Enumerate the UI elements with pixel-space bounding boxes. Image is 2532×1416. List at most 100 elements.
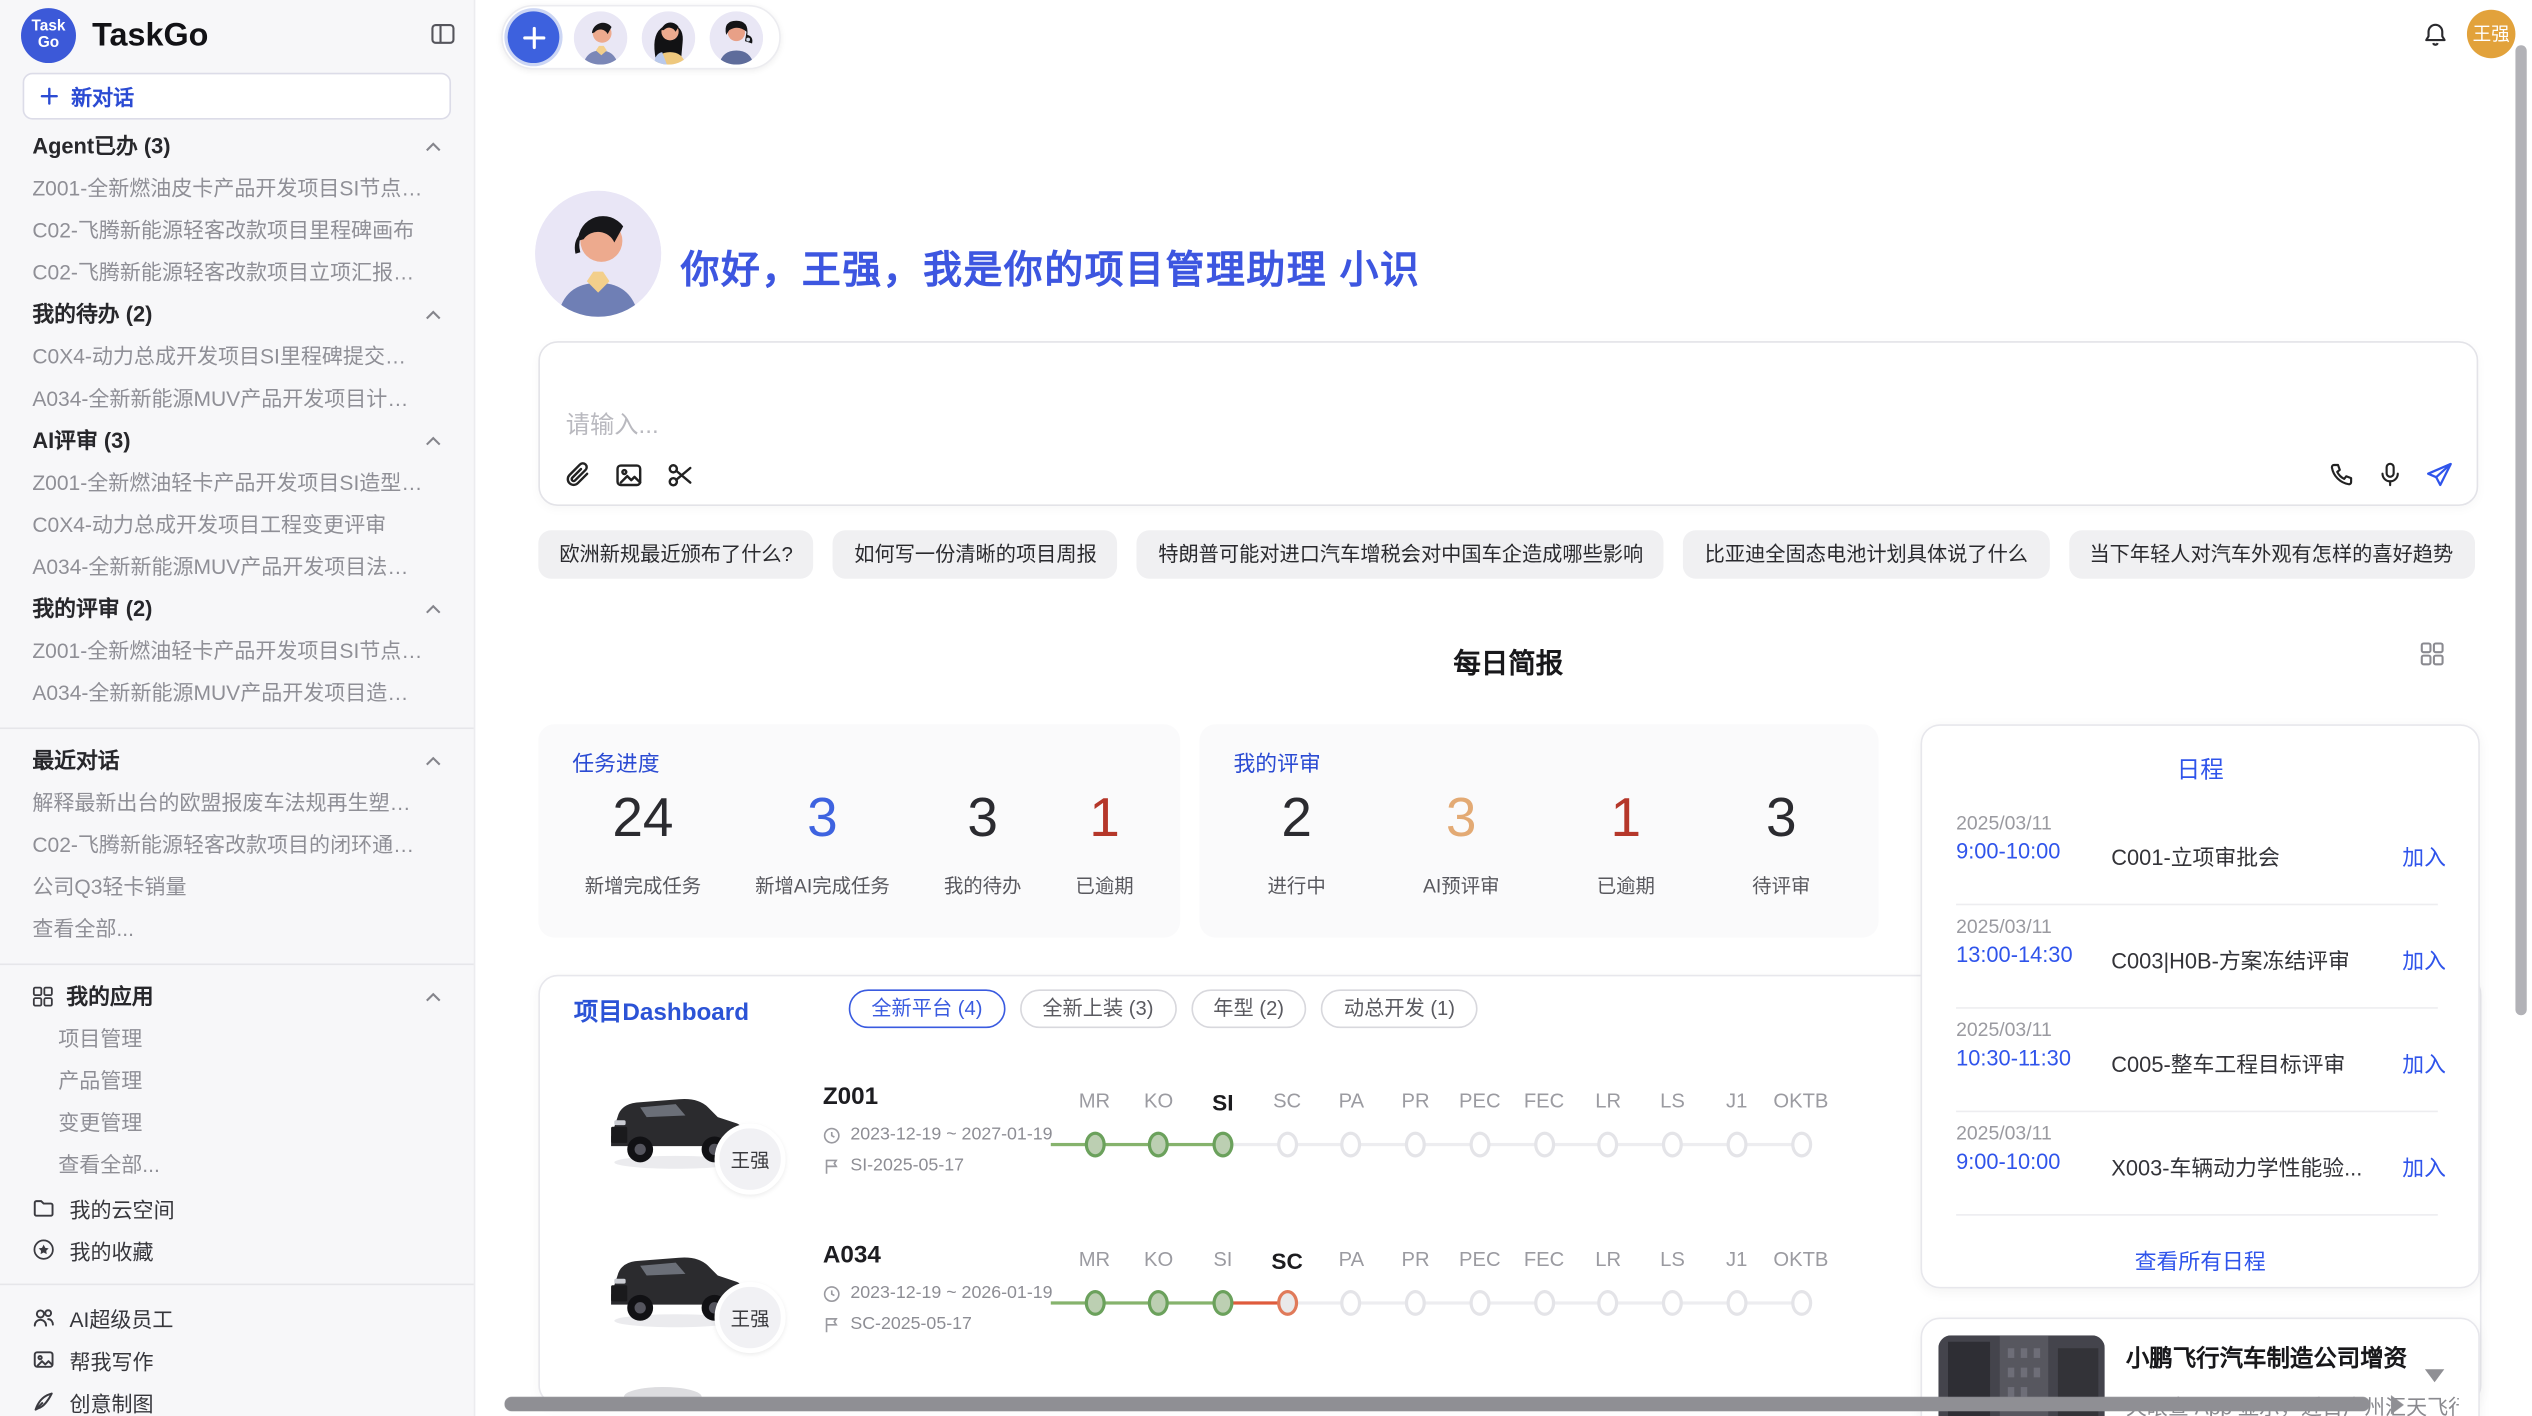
sidebar-section-recent-chats[interactable]: 最近对话 [0,740,474,782]
sidebar-item[interactable]: C0X4-动力总成开发项目工程变更评审 [0,504,474,546]
scroll-right-arrow[interactable] [2391,1395,2404,1414]
screenshot-scissors-icon[interactable] [666,461,695,490]
tab-model-year[interactable]: 年型 (2) [1191,989,1307,1028]
sidebar-section-header[interactable]: AI评审 (3) [0,420,474,462]
sidebar-item[interactable]: 解释最新出台的欧盟报废车法规再生塑料比例被调至15%... [0,782,474,824]
milestone-dot-PR[interactable] [1405,1132,1426,1158]
sidebar-section-my-apps[interactable]: 我的应用 [0,976,474,1018]
user-avatar-name: 王强 [2473,21,2510,47]
milestone-label-OKTB: OKTB [1752,1090,1849,1113]
join-meeting-link[interactable]: 加入 [2402,1149,2446,1181]
suggestion-chip[interactable]: 欧洲新规最近颁布了什么? [538,530,814,578]
agent-switcher [501,5,781,70]
tab-new-body[interactable]: 全新上装 (3) [1020,989,1176,1028]
agent-avatar-2[interactable] [642,11,695,64]
suggestion-chip[interactable]: 比亚迪全固态电池计划具体说了什么 [1684,530,2049,578]
schedule-entry-title: C005-整车工程目标评审 [2111,1046,2345,1078]
milestone-dot-LS[interactable] [1662,1290,1683,1316]
schedule-entry-time: 13:00-14:30 [1956,942,2072,966]
milestone-dot-PEC[interactable] [1469,1290,1490,1316]
sidebar-section-header[interactable]: 我的待办 (2) [0,294,474,336]
user-avatar[interactable]: 王强 [2467,10,2515,58]
add-agent-button[interactable] [508,11,560,63]
sidebar-item[interactable]: A034-全新新能源MUV产品开发项目造型可行性评审 [0,673,474,715]
milestone-dot-PEC[interactable] [1469,1132,1490,1158]
join-meeting-link[interactable]: 加入 [2402,839,2446,871]
sidebar-item-pen[interactable]: 创意制图 [0,1381,474,1416]
milestone-dot-J1[interactable] [1726,1290,1747,1316]
scroll-down-arrow[interactable] [2425,1369,2444,1382]
milestone-dot-KO[interactable] [1148,1290,1169,1316]
sidebar-section-header[interactable]: Agent已办 (3) [0,126,474,168]
chat-composer[interactable]: 请输入... [538,341,2478,506]
agent-avatar-3[interactable] [710,11,763,64]
milestone-dot-LS[interactable] [1662,1132,1683,1158]
stat-overdue: 1 已逾期 [1075,786,1133,899]
milestone-dot-LR[interactable] [1598,1132,1619,1158]
suggestion-chip[interactable]: 特朗普可能对进口汽车增税会对中国车企造成哪些影响 [1137,530,1664,578]
sidebar-collapse-icon[interactable] [430,21,456,47]
tab-powertrain[interactable]: 动总开发 (1) [1321,989,1477,1028]
join-meeting-link[interactable]: 加入 [2402,942,2446,974]
stat-my-todo: 3 我的待办 [944,786,1022,899]
attachment-icon[interactable] [563,461,592,490]
join-meeting-link[interactable]: 加入 [2402,1046,2446,1078]
sidebar: Task Go TaskGo 新对话 Agent已办 (3)Z001-全新燃油皮… [0,0,475,1416]
new-chat-button[interactable]: 新对话 [23,73,451,120]
milestone-dot-J1[interactable] [1726,1132,1747,1158]
sidebar-divider [0,1271,474,1297]
suggestion-chip[interactable]: 当下年轻人对汽车外观有怎样的喜好趋势 [2068,530,2474,578]
sidebar-item-photo[interactable]: 帮我写作 [0,1339,474,1381]
sidebar-item[interactable]: 查看全部... [0,909,474,951]
sidebar-item[interactable]: C02-飞腾新能源轻客改款项目立项汇报方案 [0,252,474,294]
horizontal-scrollbar-thumb[interactable] [504,1397,2370,1412]
microphone-icon[interactable] [2376,461,2403,490]
stat-in-progress: 2 进行中 [1268,786,1326,899]
sidebar-item[interactable]: 项目管理 [0,1018,474,1060]
sidebar-item[interactable]: Z001-全新燃油轻卡产品开发项目SI造型提交物评审 [0,462,474,504]
sidebar-item-folder[interactable]: 我的云空间 [0,1187,474,1229]
tab-all-new-platform[interactable]: 全新平台 (4) [849,989,1005,1028]
sidebar-item[interactable]: C0X4-动力总成开发项目SI里程碑提交物检查 [0,336,474,378]
sidebar-item-star[interactable]: 我的收藏 [0,1229,474,1271]
milestone-dot-SC[interactable] [1277,1290,1298,1316]
schedule-entry-title: C001-立项审批会 [2111,839,2280,871]
sidebar-divider [0,715,474,741]
sidebar-section-header[interactable]: 我的评审 (2) [0,588,474,630]
image-upload-icon[interactable] [614,461,643,490]
layout-grid-icon[interactable] [2420,642,2444,666]
milestone-dot-FEC[interactable] [1534,1132,1555,1158]
milestone-dot-SI[interactable] [1212,1132,1233,1158]
milestone-dot-PA[interactable] [1341,1290,1362,1316]
sidebar-item[interactable]: 公司Q3轻卡销量 [0,866,474,908]
sidebar-item[interactable]: A034-全新新能源MUV产品开发项目法规符合性评审 [0,546,474,588]
sidebar-item[interactable]: Z001-全新燃油轻卡产品开发项目SI节点属性5D文件评审 [0,630,474,672]
milestone-dot-SI[interactable] [1212,1290,1233,1316]
vertical-scrollbar-thumb[interactable] [2515,45,2526,1015]
pen-icon [32,1390,55,1413]
sidebar-item[interactable]: 查看全部... [0,1145,474,1187]
sidebar-item[interactable]: 产品管理 [0,1060,474,1102]
milestone-dot-SC[interactable] [1277,1132,1298,1158]
sidebar-item[interactable]: A034-全新新能源MUV产品开发项目计划变更表编写 [0,378,474,420]
suggestion-chip[interactable]: 如何写一份清晰的项目周报 [833,530,1118,578]
sidebar-item[interactable]: 变更管理 [0,1103,474,1145]
sidebar-item[interactable]: Z001-全新燃油皮卡产品开发项目SI节点Lesson Learn报告 [0,168,474,210]
sidebar-item[interactable]: C02-飞腾新能源轻客改款项目的闭环通告反馈情况 [0,824,474,866]
view-all-schedule-link[interactable]: 查看所有日程 [1922,1243,2478,1275]
milestone-dot-PR[interactable] [1405,1290,1426,1316]
sidebar-item[interactable]: C02-飞腾新能源轻客改款项目里程碑画布 [0,210,474,252]
notifications-bell-icon[interactable] [2422,21,2449,48]
voice-call-icon[interactable] [2328,461,2355,490]
sidebar-item-users[interactable]: AI超级员工 [0,1297,474,1339]
milestone-dot-OKTB[interactable] [1790,1132,1811,1158]
milestone-dot-PA[interactable] [1341,1132,1362,1158]
milestone-dot-MR[interactable] [1084,1132,1105,1158]
milestone-dot-LR[interactable] [1598,1290,1619,1316]
milestone-dot-MR[interactable] [1084,1290,1105,1316]
agent-avatar-1[interactable] [574,11,627,64]
milestone-dot-KO[interactable] [1148,1132,1169,1158]
milestone-dot-FEC[interactable] [1534,1290,1555,1316]
send-icon[interactable] [2425,461,2454,490]
milestone-dot-OKTB[interactable] [1790,1290,1811,1316]
